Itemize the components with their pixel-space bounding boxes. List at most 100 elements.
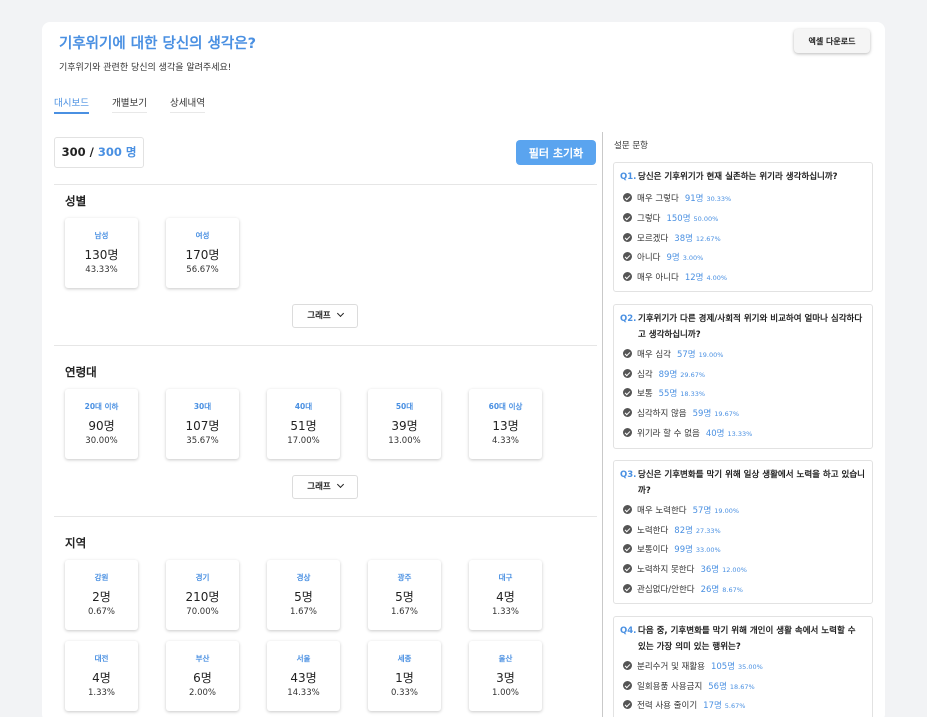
filter-card-region[interactable]: 부산 6명 2.00% (166, 641, 239, 711)
card-label: 서울 (296, 654, 311, 663)
answer-option[interactable]: 매우 그렇다 91명 30.33% (623, 192, 731, 206)
card-percent: 30.00% (85, 436, 118, 446)
questions-heading: 설문 문항 (614, 141, 648, 151)
filter-card-region[interactable]: 경상 5명 1.67% (267, 560, 340, 630)
option-label: 관심없다/안한다 (637, 585, 695, 595)
page-title: 기후위기에 대한 당신의 생각은? (59, 36, 256, 52)
answer-option[interactable]: 일회용품 사용금지 56명 18.67% (623, 680, 755, 694)
card-label: 경상 (296, 573, 311, 582)
answer-option[interactable]: 관심없다/안한다 26명 8.67% (623, 583, 743, 597)
reset-filter-button[interactable]: 필터 초기화 (516, 140, 596, 165)
page-subtitle: 기후위기와 관련한 당신의 생각을 알려주세요! (59, 63, 232, 73)
graph-label: 그래프 (307, 482, 331, 492)
answer-option[interactable]: 전력 사용 줄이기 17명 5.67% (623, 699, 745, 713)
option-count: 57명 (692, 506, 712, 516)
check-circle-icon (623, 388, 632, 397)
option-label: 노력한다 (637, 526, 669, 536)
card-label: 남성 (94, 231, 109, 240)
filter-card-age-30s[interactable]: 30대 107명 35.67% (166, 389, 239, 459)
option-label: 보통이다 (637, 545, 669, 555)
filter-card-region[interactable]: 울산 3명 1.00% (469, 641, 542, 711)
card-label: 대전 (94, 654, 109, 663)
check-circle-icon (623, 544, 632, 553)
check-circle-icon (623, 505, 632, 514)
excel-download-button[interactable]: 엑셀 다운로드 (794, 29, 870, 53)
option-count: 36명 (700, 565, 720, 575)
option-label: 아니다 (637, 253, 661, 263)
tab-details[interactable]: 상세내역 (170, 95, 205, 113)
answer-option[interactable]: 매우 노력한다 57명 19.00% (623, 504, 739, 518)
answer-option[interactable]: 심각하지 않음 59명 19.67% (623, 407, 739, 421)
option-percent: 50.00% (693, 215, 719, 223)
filter-card-region[interactable]: 세종 1명 0.33% (368, 641, 441, 711)
check-circle-icon (623, 681, 632, 690)
option-percent: 18.33% (680, 390, 706, 398)
answer-option[interactable]: 아니다 9명 3.00% (623, 251, 703, 265)
answer-option[interactable]: 분리수거 및 재활용 105명 35.00% (623, 660, 763, 674)
question-title: Q4. 다음 중, 기후변화를 막기 위해 개인이 생활 속에서 노력할 수 있는… (620, 624, 866, 655)
question-card-q4: Q4. 다음 중, 기후변화를 막기 위해 개인이 생활 속에서 노력할 수 있는… (613, 616, 873, 717)
answer-option[interactable]: 그렇다 150명 50.00% (623, 212, 718, 226)
card-label: 광주 (397, 573, 412, 582)
answer-option[interactable]: 보통 55명 18.33% (623, 387, 705, 401)
option-percent: 27.33% (695, 527, 721, 535)
question-number: Q4. (620, 626, 637, 636)
option-percent: 12.00% (722, 566, 747, 574)
option-percent: 12.67% (695, 235, 721, 243)
answer-option[interactable]: 노력하지 못한다 36명 12.00% (623, 563, 747, 577)
answer-option[interactable]: 매우 아니다 12명 4.00% (623, 271, 727, 285)
card-label: 여성 (195, 231, 210, 240)
response-counter: 300 / 300 명 (54, 137, 144, 168)
check-circle-icon (623, 428, 632, 437)
question-text: 당신은 기후위기가 현재 실존하는 위기라 생각하십니까? (638, 172, 838, 182)
card-percent: 35.67% (186, 436, 219, 446)
option-count: 89명 (658, 370, 678, 380)
answer-option[interactable]: 매우 심각 57명 19.00% (623, 348, 723, 362)
counter-separator: / (85, 145, 98, 159)
filter-card-age-50s[interactable]: 50대 39명 13.00% (368, 389, 441, 459)
option-label: 매우 아니다 (637, 273, 679, 283)
answer-option[interactable]: 노력한다 82명 27.33% (623, 524, 721, 538)
filter-card-region[interactable]: 서울 43명 14.33% (267, 641, 340, 711)
option-label: 일회용품 사용금지 (637, 682, 703, 692)
check-circle-icon (623, 252, 632, 261)
card-count: 2명 (92, 590, 111, 604)
filter-card-region[interactable]: 대전 4명 1.33% (65, 641, 138, 711)
option-percent: 4.00% (706, 274, 728, 282)
filter-card-region[interactable]: 강원 2명 0.67% (65, 560, 138, 630)
option-count: 38명 (674, 234, 693, 244)
filter-card-region[interactable]: 대구 4명 1.33% (469, 560, 542, 630)
card-count: 4명 (92, 671, 111, 685)
filter-card-age-20s[interactable]: 20대 이하 90명 30.00% (65, 389, 138, 459)
filter-card-region[interactable]: 광주 5명 1.67% (368, 560, 441, 630)
check-circle-icon (623, 349, 632, 358)
option-count: 9명 (666, 253, 680, 263)
option-count: 82명 (674, 526, 693, 536)
option-count: 55명 (658, 389, 678, 399)
card-label: 부산 (195, 654, 210, 663)
graph-toggle-gender[interactable]: 그래프 (292, 304, 358, 328)
graph-toggle-age[interactable]: 그래프 (292, 475, 358, 499)
section-title-region: 지역 (65, 536, 87, 550)
card-percent: 70.00% (186, 607, 219, 617)
filter-card-age-60s[interactable]: 60대 이상 13명 4.33% (469, 389, 542, 459)
answer-option[interactable]: 모르겠다 38명 12.67% (623, 232, 721, 246)
tab-individual[interactable]: 개별보기 (112, 95, 147, 113)
option-percent: 18.67% (729, 683, 755, 691)
card-count: 5명 (395, 590, 414, 604)
section-title-age: 연령대 (65, 365, 97, 379)
answer-option[interactable]: 심각 89명 29.67% (623, 368, 705, 382)
filter-card-region[interactable]: 경기 210명 70.00% (166, 560, 239, 630)
card-percent: 1.33% (87, 688, 115, 698)
answer-option[interactable]: 위기라 할 수 없음 40명 13.33% (623, 427, 752, 441)
option-percent: 19.00% (714, 507, 740, 515)
option-count: 12명 (684, 273, 704, 283)
answer-option[interactable]: 보통이다 99명 33.00% (623, 543, 721, 557)
tab-dashboard[interactable]: 대시보드 (54, 95, 89, 114)
filter-card-male[interactable]: 남성 130명 43.33% (65, 218, 138, 288)
option-label: 매우 그렇다 (637, 194, 679, 204)
graph-label: 그래프 (307, 311, 331, 321)
filter-card-age-40s[interactable]: 40대 51명 17.00% (267, 389, 340, 459)
option-percent: 13.33% (727, 430, 753, 438)
filter-card-female[interactable]: 여성 170명 56.67% (166, 218, 239, 288)
